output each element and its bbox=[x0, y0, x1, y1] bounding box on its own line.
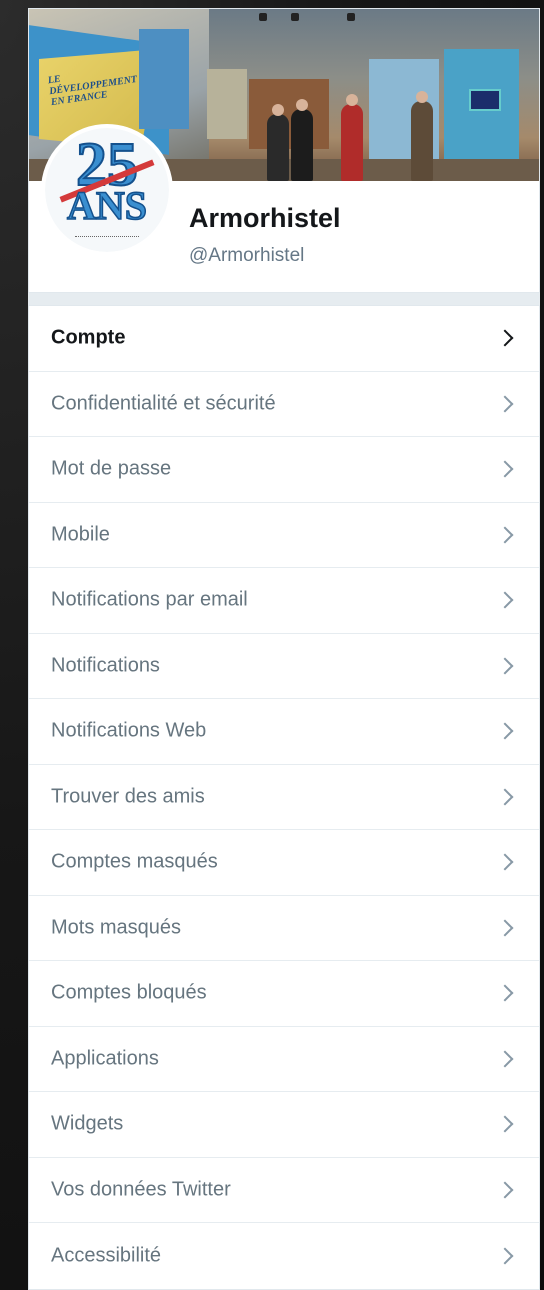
profile-name[interactable]: Armorhistel bbox=[189, 203, 341, 234]
chevron-right-icon bbox=[496, 460, 514, 478]
menu-item-confidentialite-et-securite[interactable]: Confidentialité et sécurité bbox=[29, 372, 539, 437]
menu-item-label: Compte bbox=[51, 326, 126, 349]
menu-item-label: Mots masqués bbox=[51, 916, 182, 939]
menu-item-accessibilite[interactable]: Accessibilité bbox=[29, 1223, 539, 1289]
chevron-right-icon bbox=[496, 1115, 514, 1133]
chevron-right-icon bbox=[496, 1181, 514, 1199]
menu-item-applications[interactable]: Applications bbox=[29, 1027, 539, 1092]
avatar[interactable]: 25 ANS bbox=[41, 124, 173, 256]
menu-item-label: Widgets bbox=[51, 1112, 124, 1135]
menu-item-label: Comptes bloqués bbox=[51, 981, 207, 1004]
chevron-right-icon bbox=[496, 329, 514, 347]
menu-item-label: Vos données Twitter bbox=[51, 1178, 231, 1201]
menu-item-label: Notifications par email bbox=[51, 588, 248, 611]
menu-item-mots-masques[interactable]: Mots masqués bbox=[29, 896, 539, 961]
menu-item-label: Comptes masqués bbox=[51, 850, 218, 873]
menu-item-mobile[interactable]: Mobile bbox=[29, 503, 539, 568]
chevron-right-icon bbox=[496, 526, 514, 544]
menu-item-notifications-par-email[interactable]: Notifications par email bbox=[29, 568, 539, 634]
menu-item-trouver-des-amis[interactable]: Trouver des amis bbox=[29, 765, 539, 830]
settings-panel: LE DÉVELOPPEMENT EN FRANCE 25 ANS Armorh… bbox=[28, 8, 540, 1290]
signature-mark bbox=[75, 230, 139, 237]
menu-item-label: Applications bbox=[51, 1047, 159, 1070]
menu-item-widgets[interactable]: Widgets bbox=[29, 1092, 539, 1158]
chevron-right-icon bbox=[496, 1050, 514, 1068]
chevron-right-icon bbox=[496, 591, 514, 609]
menu-item-label: Notifications Web bbox=[51, 719, 207, 742]
chevron-right-icon bbox=[496, 984, 514, 1002]
menu-item-comptes-masques[interactable]: Comptes masqués bbox=[29, 830, 539, 896]
chevron-right-icon bbox=[496, 788, 514, 806]
menu-item-label: Trouver des amis bbox=[51, 785, 205, 808]
chevron-right-icon bbox=[496, 657, 514, 675]
menu-item-label: Confidentialité et sécurité bbox=[51, 392, 276, 415]
settings-menu: Compte Confidentialité et sécurité Mot de … bbox=[28, 305, 540, 1290]
chevron-right-icon bbox=[496, 722, 514, 740]
menu-item-notifications-web[interactable]: Notifications Web bbox=[29, 699, 539, 765]
menu-item-label: Notifications bbox=[51, 654, 160, 677]
menu-item-vos-donnees-twitter[interactable]: Vos données Twitter bbox=[29, 1158, 539, 1223]
avatar-ans: ANS bbox=[66, 183, 148, 228]
profile-card[interactable]: LE DÉVELOPPEMENT EN FRANCE 25 ANS Armorh… bbox=[28, 8, 540, 293]
menu-item-compte[interactable]: Compte bbox=[29, 306, 539, 372]
profile-handle[interactable]: @Armorhistel bbox=[189, 245, 304, 267]
chevron-right-icon bbox=[496, 1247, 514, 1265]
menu-item-notifications[interactable]: Notifications bbox=[29, 634, 539, 699]
menu-item-mot-de-passe[interactable]: Mot de passe bbox=[29, 437, 539, 503]
chevron-right-icon bbox=[496, 395, 514, 413]
menu-item-label: Mot de passe bbox=[51, 457, 172, 480]
menu-item-comptes-bloques[interactable]: Comptes bloqués bbox=[29, 961, 539, 1027]
menu-item-label: Accessibilité bbox=[51, 1244, 162, 1267]
menu-item-label: Mobile bbox=[51, 523, 110, 546]
chevron-right-icon bbox=[496, 853, 514, 871]
chevron-right-icon bbox=[496, 919, 514, 937]
